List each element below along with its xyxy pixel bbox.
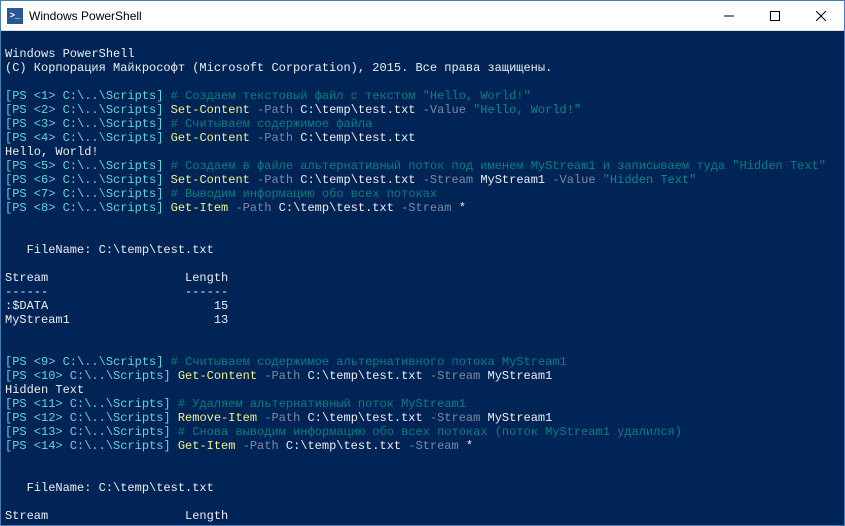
cmd-14b: -Path — [235, 439, 285, 453]
cmd-14d: -Stream — [401, 439, 466, 453]
prompt-8: [PS <8> C:\..\Scripts] — [5, 201, 163, 215]
cmd-2a: Set-Content — [171, 103, 250, 117]
cmd-1-comment: # Создаем текстовый файл с текстом "Hell… — [171, 89, 531, 103]
cmd-14c: C:\temp\test.txt — [286, 439, 401, 453]
cmd-6b: -Path — [250, 173, 300, 187]
cmd-6c: C:\temp\test.txt — [300, 173, 415, 187]
cmd-4a: Get-Content — [171, 131, 250, 145]
cmd-8d: -Stream — [394, 201, 459, 215]
cmd-5-comment: # Создаем в файле альтернативный поток п… — [171, 159, 826, 173]
prompt-2: [PS <2> C:\..\Scripts] — [5, 103, 163, 117]
minimize-button[interactable] — [706, 1, 752, 30]
prompt-9: [PS <9> C:\..\Scripts] — [5, 355, 163, 369]
window-controls — [706, 1, 844, 30]
cmd-4c: C:\temp\test.txt — [300, 131, 415, 145]
header-line-2: (C) Корпорация Майкрософт (Microsoft Cor… — [5, 61, 552, 75]
header-line-1: Windows PowerShell — [5, 47, 135, 61]
cmd-8e: * — [459, 201, 466, 215]
output-hello: Hello, World! — [5, 145, 99, 159]
cmd-7-comment: # Выводим информацию обо всех потоках — [171, 187, 437, 201]
prompt-12: [PS <12> C:\..\Scripts] — [5, 411, 171, 425]
cmd-14e: * — [466, 439, 473, 453]
cmd-6d: -Stream — [416, 173, 481, 187]
cmd-14a: Get-Item — [178, 439, 236, 453]
prompt-11: [PS <11> C:\..\Scripts] — [5, 397, 171, 411]
titlebar[interactable]: >_ Windows PowerShell — [1, 1, 844, 31]
maximize-button[interactable] — [752, 1, 798, 30]
table2-sep: ------ ------ — [5, 523, 228, 525]
powershell-window: >_ Windows PowerShell Windows PowerShell… — [0, 0, 845, 526]
table1-row-1: :$DATA 15 — [5, 299, 228, 313]
cmd-13-comment: # Снова выводим информацию обо всех пото… — [178, 425, 682, 439]
table1-sep: ------ ------ — [5, 285, 228, 299]
table1-filename: FileName: C:\temp\test.txt — [5, 243, 214, 257]
prompt-1: [PS <1> C:\..\Scripts] — [5, 89, 163, 103]
table2-header: Stream Length — [5, 509, 228, 523]
prompt-7: [PS <7> C:\..\Scripts] — [5, 187, 163, 201]
terminal-area[interactable]: Windows PowerShell (C) Корпорация Майкро… — [1, 31, 844, 525]
table1-row-2: MyStream1 13 — [5, 313, 228, 327]
table2-filename: FileName: C:\temp\test.txt — [5, 481, 214, 495]
cmd-6g: "Hidden Text" — [603, 173, 697, 187]
prompt-3: [PS <3> C:\..\Scripts] — [5, 117, 163, 131]
cmd-10e: MyStream1 — [488, 369, 553, 383]
cmd-3-comment: # Считываем содержимое файла — [171, 117, 373, 131]
cmd-8c: C:\temp\test.txt — [279, 201, 394, 215]
cmd-6f: -Value — [545, 173, 603, 187]
cmd-2c: C:\temp\test.txt — [300, 103, 415, 117]
cmd-2e: "Hello, World!" — [473, 103, 581, 117]
cmd-2b: -Path — [250, 103, 300, 117]
prompt-10: [PS <10> C:\..\Scripts] — [5, 369, 171, 383]
powershell-icon: >_ — [7, 8, 23, 24]
prompt-6: [PS <6> C:\..\Scripts] — [5, 173, 163, 187]
cmd-10c: C:\temp\test.txt — [307, 369, 422, 383]
cmd-10d: -Stream — [423, 369, 488, 383]
window-title: Windows PowerShell — [29, 9, 706, 23]
output-hidden: Hidden Text — [5, 383, 84, 397]
prompt-4: [PS <4> C:\..\Scripts] — [5, 131, 163, 145]
prompt-14: [PS <14> C:\..\Scripts] — [5, 439, 171, 453]
cmd-6a: Set-Content — [171, 173, 250, 187]
cmd-12c: C:\temp\test.txt — [307, 411, 422, 425]
cmd-8b: -Path — [228, 201, 278, 215]
close-button[interactable] — [798, 1, 844, 30]
cmd-12a: Remove-Item — [178, 411, 257, 425]
cmd-9-comment: # Считываем содержимое альтернативного п… — [171, 355, 567, 369]
cmd-10b: -Path — [257, 369, 307, 383]
cmd-11-comment: # Удаляем альтернативный поток MyStream1 — [178, 397, 466, 411]
cmd-4b: -Path — [250, 131, 300, 145]
cmd-6e: MyStream1 — [480, 173, 545, 187]
cmd-8a: Get-Item — [171, 201, 229, 215]
prompt-13: [PS <13> C:\..\Scripts] — [5, 425, 171, 439]
prompt-5: [PS <5> C:\..\Scripts] — [5, 159, 163, 173]
cmd-12e: MyStream1 — [488, 411, 553, 425]
cmd-2d: -Value — [416, 103, 474, 117]
table1-header: Stream Length — [5, 271, 228, 285]
cmd-12b: -Path — [257, 411, 307, 425]
cmd-10a: Get-Content — [178, 369, 257, 383]
cmd-12d: -Stream — [423, 411, 488, 425]
